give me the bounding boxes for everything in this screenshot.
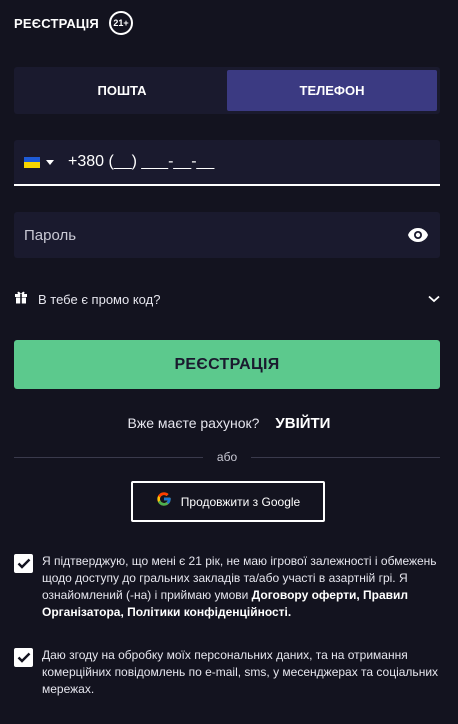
gift-icon xyxy=(14,290,28,309)
divider-line-right xyxy=(251,456,441,458)
divider-line-left xyxy=(14,456,203,458)
login-prompt: Вже маєте рахунок? УВІЙТИ xyxy=(0,412,458,434)
ukraine-flag-icon[interactable] xyxy=(24,156,40,168)
header: РЕЄСТРАЦІЯ 21+ xyxy=(14,10,133,36)
tab-email[interactable]: ПОШТА xyxy=(17,70,227,111)
divider-text: або xyxy=(216,450,238,464)
chevron-down-icon[interactable] xyxy=(428,290,440,308)
google-signin-button[interactable]: Продовжити з Google xyxy=(131,481,325,522)
age-consent-checkbox[interactable] xyxy=(14,554,33,573)
login-question: Вже маєте рахунок? xyxy=(127,415,260,431)
marketing-consent-checkbox[interactable] xyxy=(14,648,33,667)
page-title: РЕЄСТРАЦІЯ xyxy=(14,15,99,31)
register-button[interactable]: РЕЄСТРАЦІЯ xyxy=(14,340,440,389)
google-icon xyxy=(156,491,172,512)
age-restriction-badge: 21+ xyxy=(108,11,133,35)
phone-input[interactable] xyxy=(68,153,368,171)
marketing-consent-text: Даю згоду на обробку моїх персональних д… xyxy=(42,648,439,696)
password-input[interactable] xyxy=(24,226,406,244)
promo-code-toggle[interactable]: В тебе є промо код? xyxy=(14,288,440,310)
registration-method-tabs: ПОШТА ТЕЛЕФОН xyxy=(14,67,440,114)
age-consent-row: Я підтверджую, що мені є 21 рік, не маю … xyxy=(14,553,440,621)
eye-icon[interactable] xyxy=(406,223,430,247)
phone-field xyxy=(14,140,440,186)
password-field xyxy=(14,212,440,258)
promo-code-label: В тебе є промо код? xyxy=(38,291,161,307)
age-consent-text: Я підтверджую, що мені є 21 рік, не маю … xyxy=(42,554,437,619)
marketing-consent-row: Даю згоду на обробку моїх персональних д… xyxy=(14,647,440,698)
login-link[interactable]: УВІЙТИ xyxy=(275,415,330,432)
or-divider: або xyxy=(14,449,441,465)
tab-phone[interactable]: ТЕЛЕФОН xyxy=(227,70,437,111)
country-dropdown-caret-icon[interactable] xyxy=(46,159,54,165)
google-button-label: Продовжити з Google xyxy=(180,494,301,509)
